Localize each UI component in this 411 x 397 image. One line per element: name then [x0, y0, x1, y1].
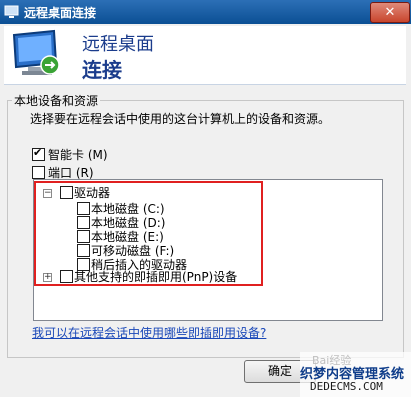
highlight-box [34, 181, 263, 286]
group-legend: 本地设备和资源 [12, 92, 101, 109]
pnp-help-link[interactable]: 我可以在远程会话中使用哪些即插即用设备? [32, 324, 266, 341]
computer-monitor-icon [12, 29, 60, 75]
watermark-site: DEDECMS.COM [310, 380, 383, 393]
port-checkbox[interactable] [32, 166, 45, 179]
group-description: 选择要在远程会话中使用的这台计算机上的设备和资源。 [30, 112, 331, 126]
remote-desktop-icon [4, 5, 19, 18]
banner-title-line1: 远程桌面 [82, 34, 154, 55]
close-button[interactable]: ✕ [370, 2, 410, 23]
smartcard-label[interactable]: 智能卡 (M) [48, 146, 108, 163]
smartcard-checkbox[interactable] [32, 146, 45, 161]
window-title: 远程桌面连接 [24, 6, 97, 20]
banner-title-line2: 连接 [82, 58, 122, 82]
title-bar: 远程桌面连接 ✕ [0, 0, 411, 24]
